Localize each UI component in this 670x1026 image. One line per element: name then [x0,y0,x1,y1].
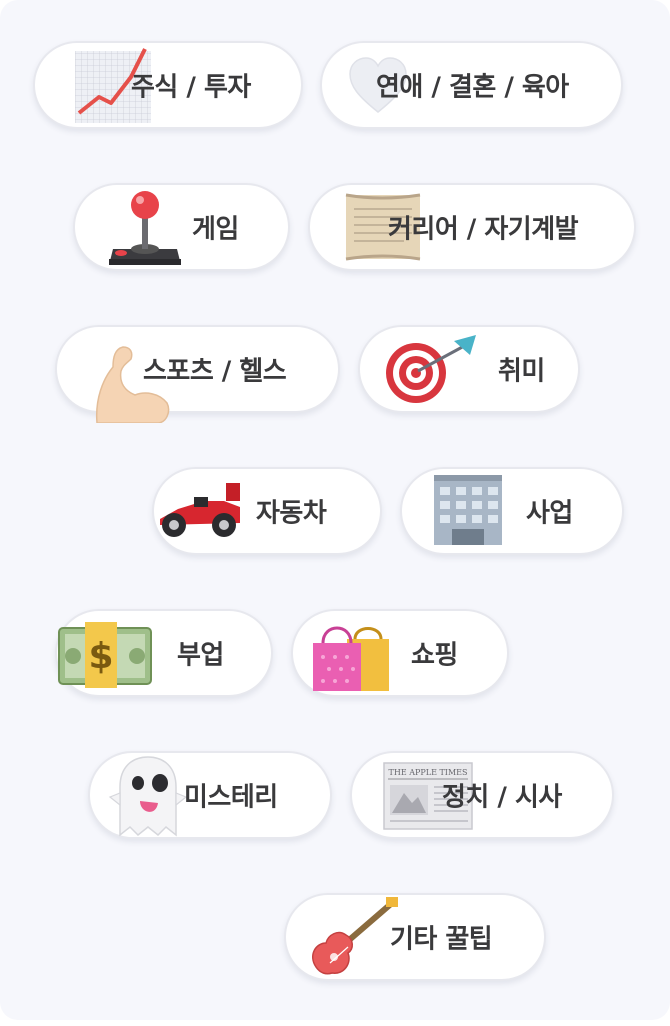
category-label: 정치 / 시사 [442,782,562,813]
guitar-icon [308,897,400,977]
category-cars[interactable]: 자동차 [152,467,382,555]
category-stocks-investing[interactable]: 주식 / 투자 [33,41,303,129]
category-label: 자동차 [256,498,327,529]
category-label: 부업 [177,640,224,671]
category-politics-current-affairs[interactable]: THE APPLE TIMES 정치 / 시사 [350,751,614,839]
category-side-jobs[interactable]: $ 부업 [55,609,273,697]
category-label: 주식 / 투자 [131,72,251,103]
category-label: 취미 [498,356,545,387]
category-shopping[interactable]: 쇼핑 [291,609,509,697]
category-label: 연애 / 결혼 / 육아 [376,72,569,103]
joystick-icon [107,187,183,267]
category-label: 커리어 / 자기계발 [388,214,579,245]
category-label: 쇼핑 [411,640,458,671]
category-panel: 주식 / 투자 연애 / 결혼 / 육아 게임 커리어 / 자기계발 스포츠 /… [0,0,670,1020]
category-mystery[interactable]: 미스테리 [88,751,332,839]
shopping-bags-icon [311,613,391,693]
category-sports-health[interactable]: 스포츠 / 헬스 [55,325,340,423]
svg-text:$: $ [88,636,113,677]
money-stack-icon: $ [57,618,153,688]
category-label: 기타 꿀팁 [390,924,493,955]
category-hobbies[interactable]: 취미 [358,325,580,413]
category-business[interactable]: 사업 [400,467,624,555]
category-label: 스포츠 / 헬스 [143,356,287,387]
category-games[interactable]: 게임 [73,183,290,271]
race-car-icon [154,479,244,543]
category-label: 미스테리 [184,782,278,813]
category-other-tips[interactable]: 기타 꿀팁 [284,893,546,981]
category-career-self-development[interactable]: 커리어 / 자기계발 [308,183,636,271]
category-label: 사업 [526,498,573,529]
office-building-icon [432,475,504,547]
target-dart-icon [384,333,484,405]
category-label: 게임 [192,214,239,245]
ghost-icon [106,753,190,837]
category-romance-marriage-parenting[interactable]: 연애 / 결혼 / 육아 [320,41,623,129]
